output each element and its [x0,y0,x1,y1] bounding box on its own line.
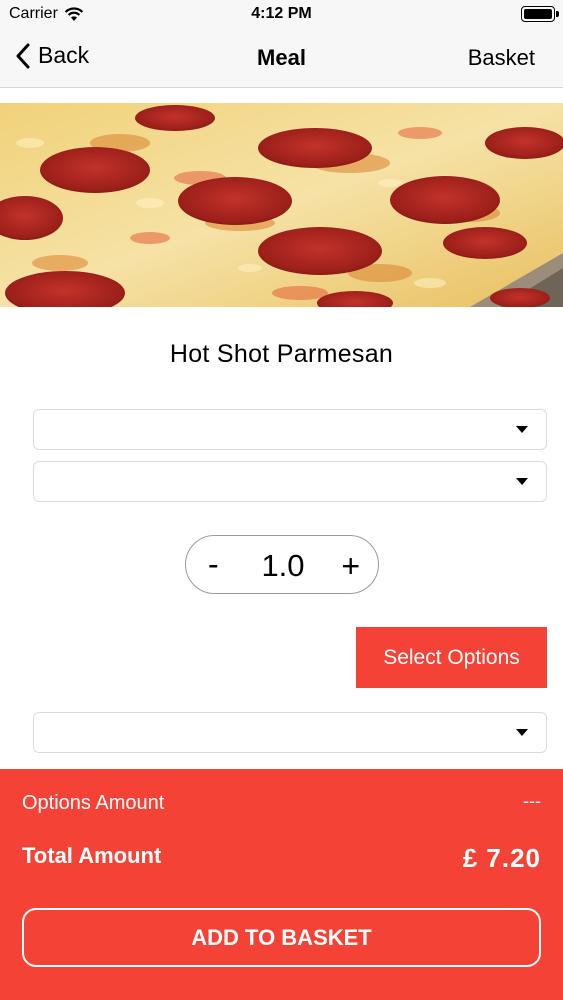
caret-down-icon [516,426,528,433]
quantity-stepper: - 1.0 + [185,535,379,594]
add-to-basket-button[interactable]: ADD TO BASKET [22,908,541,967]
product-image [0,103,563,307]
battery-icon [521,6,559,22]
options-amount-value: --- [523,791,541,811]
product-name: Hot Shot Parmesan [169,340,394,368]
navigation-bar: Back Meal Basket [0,30,563,88]
total-amount-label: Total Amount [22,843,162,868]
select-options-button[interactable]: Select Options [356,627,547,688]
status-time: 4:12 PM [251,5,312,22]
caret-down-icon [516,729,528,736]
increase-quantity-button[interactable]: + [341,548,360,585]
caret-down-icon [516,478,528,485]
options-amount-label: Options Amount [22,792,165,814]
option-dropdown-1[interactable] [33,409,547,450]
option-dropdown-2[interactable] [33,461,547,502]
total-amount-value: £ 7.20 [462,843,541,873]
basket-button[interactable]: Basket [468,45,535,71]
order-summary-footer: Options Amount --- Total Amount £ 7.20 A… [0,769,563,1000]
option-dropdown-3[interactable] [33,712,547,753]
status-bar: Carrier 4:12 PM [0,0,563,30]
